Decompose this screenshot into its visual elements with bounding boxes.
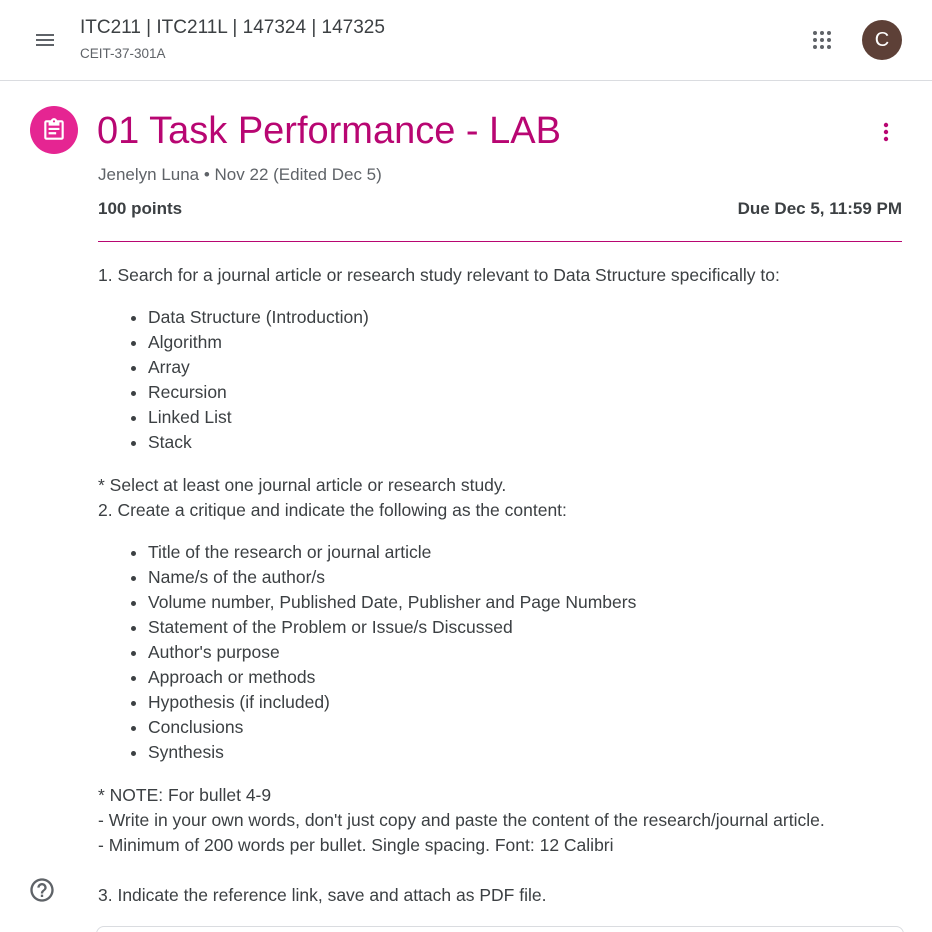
list-item: Approach or methods (148, 665, 908, 690)
list-item: Data Structure (Introduction) (148, 305, 908, 330)
assignment-type-badge (30, 106, 78, 154)
assignment-title: 01 Task Performance - LAB (97, 110, 561, 152)
header-divider (98, 241, 902, 242)
assignment-due-date: Due Dec 5, 11:59 PM (737, 199, 902, 218)
hamburger-menu-icon (36, 34, 54, 46)
top-app-bar: ITC211 | ITC211L | 147324 | 147325 CEIT-… (0, 0, 932, 81)
help-button[interactable] (18, 866, 66, 914)
instruction-step-2: 2. Create a critique and indicate the fo… (98, 500, 567, 520)
list-item: Recursion (148, 380, 908, 405)
google-apps-button[interactable] (798, 16, 846, 64)
list-item: Array (148, 355, 908, 380)
list-item: Volume number, Published Date, Publisher… (148, 590, 908, 615)
assignment-instructions: 1. Search for a journal article or resea… (98, 263, 908, 908)
note-line-1: - Write in your own words, don't just co… (98, 810, 825, 830)
assignment-meta: Jenelyn Luna • Nov 22 (Edited Dec 5) (98, 165, 382, 184)
select-note: * Select at least one journal article or… (98, 475, 507, 495)
assignment-points: 100 points (98, 199, 183, 218)
help-circle-icon (30, 878, 54, 902)
note-title: * NOTE: For bullet 4-9 (98, 785, 272, 805)
class-section: CEIT-37-301A (80, 46, 166, 61)
list-item: Stack (148, 430, 908, 455)
list-item: Author's purpose (148, 640, 908, 665)
assignment-clipboard-icon (44, 118, 64, 140)
instruction-step-1: 1. Search for a journal article or resea… (98, 265, 780, 285)
list-item: Algorithm (148, 330, 908, 355)
list-item: Hypothesis (if included) (148, 690, 908, 715)
list-item: Title of the research or journal article (148, 540, 908, 565)
note-line-2: - Minimum of 200 words per bullet. Singl… (98, 835, 614, 855)
list-item: Synthesis (148, 740, 908, 765)
list-item: Conclusions (148, 715, 908, 740)
main-menu-button[interactable] (21, 16, 69, 64)
apps-grid-icon (813, 31, 831, 49)
class-title[interactable]: ITC211 | ITC211L | 147324 | 147325 (80, 17, 385, 39)
topic-list: Data Structure (Introduction) Algorithm … (98, 305, 908, 455)
critique-list: Title of the research or journal article… (98, 540, 908, 765)
list-item: Linked List (148, 405, 908, 430)
instruction-step-3: 3. Indicate the reference link, save and… (98, 885, 547, 905)
more-options-button[interactable] (862, 108, 910, 156)
list-item: Name/s of the author/s (148, 565, 908, 590)
more-vert-icon (883, 122, 889, 142)
attachments-card (96, 926, 904, 932)
account-avatar[interactable]: C (862, 20, 902, 60)
list-item: Statement of the Problem or Issue/s Disc… (148, 615, 908, 640)
